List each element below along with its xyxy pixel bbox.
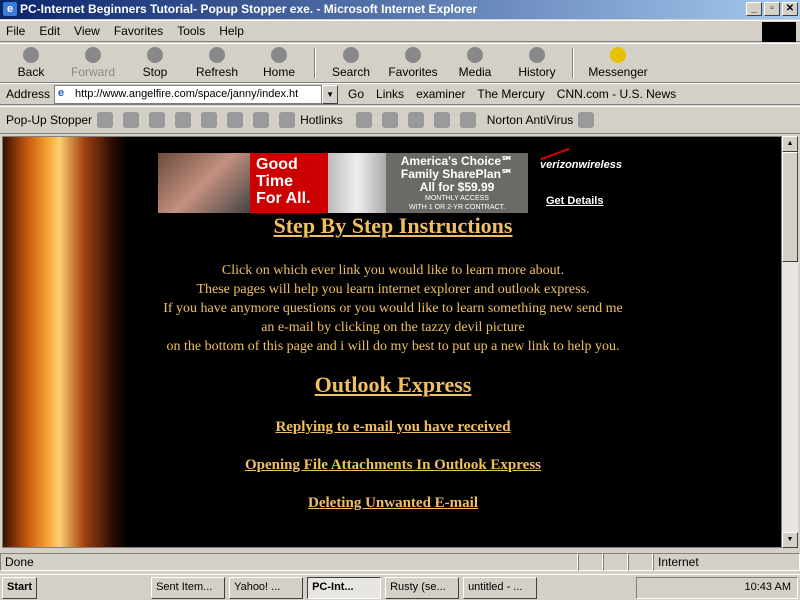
address-bar: Address http://www.angelfire.com/space/j… xyxy=(0,83,800,105)
media-button[interactable]: Media xyxy=(444,47,506,79)
home-button[interactable]: Home xyxy=(248,47,310,79)
clock: 10:43 AM xyxy=(744,580,791,593)
messenger-icon xyxy=(610,47,626,63)
title-bar: e PC-Internet Beginners Tutorial- Popup S… xyxy=(0,0,800,19)
toolbar-icon[interactable] xyxy=(97,112,114,128)
search-icon xyxy=(343,47,359,63)
forward-arrow-icon xyxy=(85,47,101,63)
home-icon xyxy=(271,47,287,63)
ad-slogan: Good Time For All. xyxy=(250,153,328,213)
menu-bar: File Edit View Favorites Tools Help xyxy=(0,20,800,42)
security-zone: Internet xyxy=(653,553,800,571)
norton-icon[interactable] xyxy=(578,112,595,128)
maximize-button[interactable]: ▫ xyxy=(764,2,780,16)
link-examiner[interactable]: examiner xyxy=(416,87,465,101)
menu-edit[interactable]: Edit xyxy=(39,24,60,38)
forward-button[interactable]: Forward xyxy=(62,47,124,79)
vertical-scrollbar[interactable]: ▲ ▼ xyxy=(782,136,798,548)
page-content: Good Time For All. America's Choice℠ Fami… xyxy=(2,136,782,548)
scroll-up-button[interactable]: ▲ xyxy=(782,136,798,152)
toolbar-icon[interactable] xyxy=(201,112,218,128)
task-untitled[interactable]: untitled - ... xyxy=(463,576,538,599)
intro-paragraph: Click on which ever link you would like … xyxy=(163,263,623,354)
popup-stopper-toolbar: Pop-Up Stopper Hotlinks Norton AntiVirus xyxy=(0,106,800,134)
start-button[interactable]: Start xyxy=(2,576,38,599)
toolbar-icon[interactable] xyxy=(149,112,166,128)
flame-border-image xyxy=(3,137,128,547)
popup-stopper-label: Pop-Up Stopper xyxy=(6,113,93,127)
stop-button[interactable]: Stop xyxy=(124,47,186,79)
section-heading-outlook[interactable]: Outlook Express xyxy=(143,372,643,398)
standard-toolbar: Back Forward Stop Refresh Home Search Fa… xyxy=(0,43,800,83)
task-yahoo[interactable]: Yahoo! ... xyxy=(229,576,304,599)
back-arrow-icon xyxy=(23,47,39,63)
toolbar-icon[interactable] xyxy=(123,112,140,128)
ad-photo xyxy=(158,153,250,213)
toolbar-icon[interactable] xyxy=(227,112,244,128)
link-deleting[interactable]: Deleting Unwanted E-mail xyxy=(143,495,643,512)
task-pc-internet[interactable]: PC-Int... xyxy=(307,576,382,599)
links-label: Links xyxy=(376,87,405,101)
address-input[interactable]: http://www.angelfire.com/space/janny/ind… xyxy=(54,84,323,104)
ad-phone-image xyxy=(328,153,386,213)
verizon-logo: verizonwireless xyxy=(540,159,622,171)
favorites-icon xyxy=(405,47,421,63)
windows-logo xyxy=(762,22,796,42)
close-button[interactable]: ✕ xyxy=(782,2,798,16)
get-details-link[interactable]: Get Details xyxy=(546,195,603,207)
toolbar-icon[interactable] xyxy=(381,112,398,128)
refresh-icon xyxy=(209,47,225,63)
link-replying[interactable]: Replying to e-mail you have received xyxy=(143,419,643,436)
speaker-icon[interactable] xyxy=(407,112,424,128)
dollar-icon[interactable] xyxy=(175,112,192,128)
status-bar: Done Internet xyxy=(0,553,800,573)
history-icon xyxy=(529,47,545,63)
go-button[interactable]: Go xyxy=(348,87,364,101)
scroll-down-button[interactable]: ▼ xyxy=(782,532,798,548)
link-icon[interactable] xyxy=(279,112,296,128)
page-heading[interactable]: Step By Step Instructions xyxy=(143,213,643,239)
link-attachments[interactable]: Opening File Attachments In Outlook Expr… xyxy=(143,457,643,474)
stop-icon xyxy=(147,47,163,63)
menu-favorites[interactable]: Favorites xyxy=(114,24,163,38)
system-tray: 10:43 AM xyxy=(635,576,798,599)
ie-icon: e xyxy=(3,2,17,16)
media-icon xyxy=(467,47,483,63)
music-icon[interactable] xyxy=(433,112,450,128)
messenger-button[interactable]: Messenger xyxy=(578,47,658,79)
status-text: Done xyxy=(0,553,578,571)
toolbar-icon[interactable] xyxy=(459,112,476,128)
menu-view[interactable]: View xyxy=(74,24,100,38)
link-mercury[interactable]: The Mercury xyxy=(477,87,544,101)
menu-file[interactable]: File xyxy=(6,24,25,38)
taskbar: Start Sent Item... Yahoo! ... PC-Int... … xyxy=(0,574,800,600)
verizon-ad-banner[interactable]: Good Time For All. America's Choice℠ Fami… xyxy=(158,153,528,213)
hotlinks-button[interactable]: Hotlinks xyxy=(300,113,343,127)
task-rusty[interactable]: Rusty (se... xyxy=(385,576,460,599)
link-cnn[interactable]: CNN.com - U.S. News xyxy=(557,87,676,101)
address-label: Address xyxy=(6,87,51,101)
favorites-button[interactable]: Favorites xyxy=(382,47,444,79)
address-dropdown[interactable]: ▼ xyxy=(322,84,339,104)
window-title: PC-Internet Beginners Tutorial- Popup St… xyxy=(20,2,478,16)
task-sent-items[interactable]: Sent Item... xyxy=(151,576,226,599)
history-button[interactable]: History xyxy=(506,47,568,79)
scroll-thumb[interactable] xyxy=(782,152,798,262)
toolbar-icon[interactable] xyxy=(253,112,270,128)
refresh-button[interactable]: Refresh xyxy=(186,47,248,79)
back-button[interactable]: Back xyxy=(0,47,62,79)
minimize-button[interactable]: _ xyxy=(746,2,762,16)
norton-antivirus-button[interactable]: Norton AntiVirus xyxy=(487,113,574,127)
menu-tools[interactable]: Tools xyxy=(177,24,205,38)
menu-help[interactable]: Help xyxy=(219,24,244,38)
search-button[interactable]: Search xyxy=(320,47,382,79)
folder-icon[interactable] xyxy=(355,112,372,128)
